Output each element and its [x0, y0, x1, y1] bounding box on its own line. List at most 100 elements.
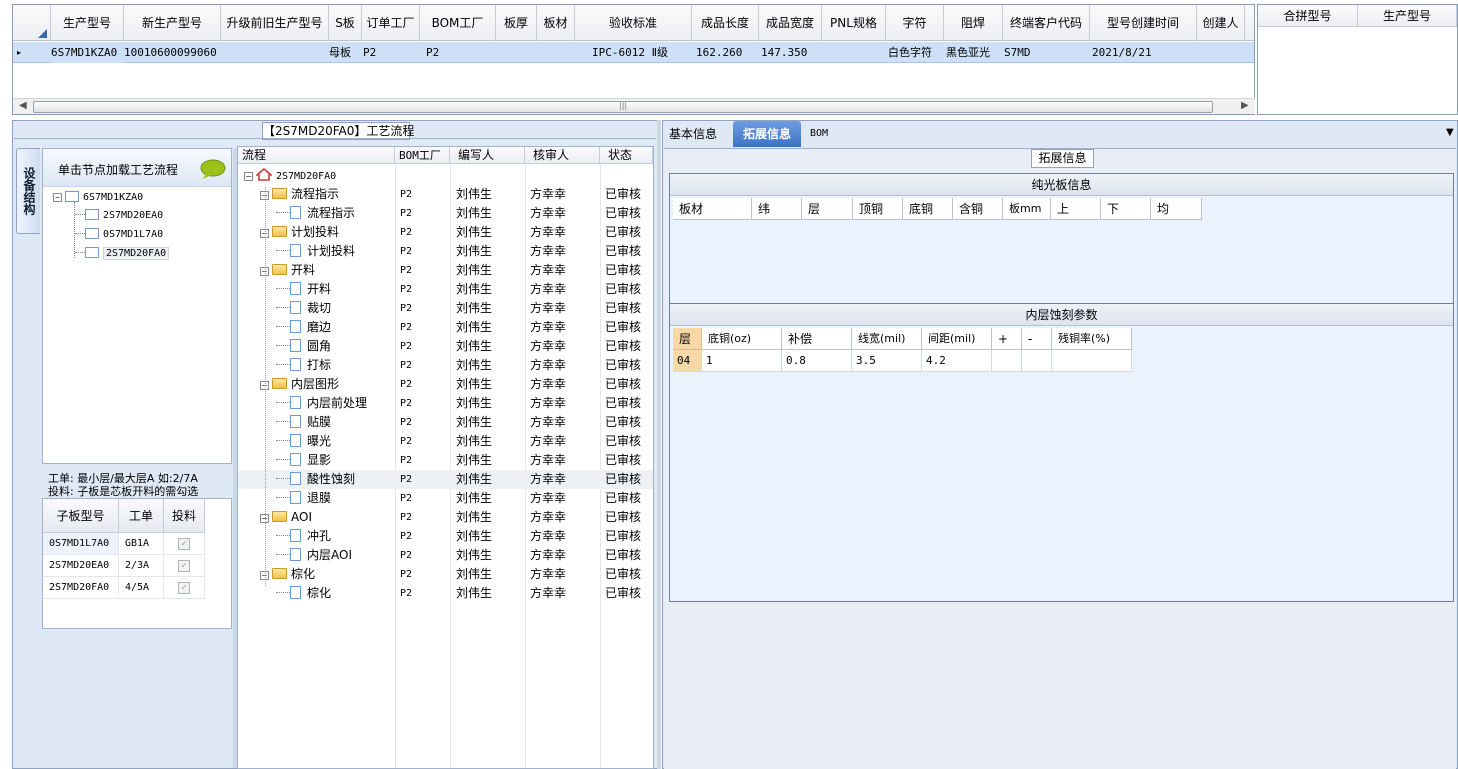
feed-checkbox[interactable]: ✓ — [178, 538, 190, 550]
flow-group-row[interactable]: − 棕化 P2 刘伟生 方幸幸 已审核 — [238, 565, 653, 584]
merge-grid[interactable]: 合拼型号 生产型号 — [1257, 4, 1458, 115]
sub-cell-feed[interactable]: ✓ — [164, 555, 205, 577]
col-header[interactable]: 底铜 — [903, 198, 953, 220]
cell-soldermask[interactable]: 黑色亚光 — [946, 42, 1004, 63]
col-header[interactable]: 成品长度 — [692, 5, 759, 41]
col-header[interactable]: 核审人 — [525, 147, 600, 164]
cell-bom-factory[interactable]: P2 — [426, 42, 466, 63]
cell-base-copper[interactable]: 1 — [702, 350, 782, 372]
flow-group-row[interactable]: − 计划投料 P2 刘伟生 方幸幸 已审核 — [238, 223, 653, 242]
cell-line-width[interactable]: 3.5 — [852, 350, 922, 372]
flow-step-row[interactable]: 内层前处理 P2 刘伟生 方幸幸 已审核 — [238, 394, 653, 413]
col-header[interactable]: 工单 — [119, 499, 164, 533]
col-header[interactable]: 验收标准 — [575, 5, 692, 41]
flow-step-row[interactable]: 酸性蚀刻 P2 刘伟生 方幸幸 已审核 — [238, 470, 653, 489]
structure-tree-panel[interactable]: 单击节点加载工艺流程 −6S7MD1KZA0 2S7MD20EA0 0S7MD1… — [42, 148, 232, 464]
col-header[interactable]: BOM工厂 — [395, 147, 450, 164]
col-header[interactable]: 板mm — [1003, 198, 1051, 220]
flow-step-row[interactable]: 流程指示 P2 刘伟生 方幸幸 已审核 — [238, 204, 653, 223]
flow-step-row[interactable]: 打标 P2 刘伟生 方幸幸 已审核 — [238, 356, 653, 375]
sub-cell-model[interactable]: 2S7MD20FA0 — [43, 577, 119, 599]
col-header[interactable]: 生产型号 — [1358, 5, 1457, 27]
splitter[interactable] — [657, 120, 661, 769]
cell-length[interactable]: 162.260 — [696, 42, 756, 63]
cell-compensation[interactable]: 0.8 — [782, 350, 852, 372]
col-header[interactable]: 下 — [1101, 198, 1151, 220]
col-header[interactable]: 补偿 — [782, 328, 852, 350]
col-header[interactable]: 生产型号 — [51, 5, 124, 41]
sub-cell-feed[interactable]: ✓ — [164, 533, 205, 555]
tab-basic-info[interactable]: 基本信息 — [669, 121, 717, 147]
process-flow-tree[interactable]: 流程 BOM工厂 编写人 核审人 状态 −2S7MD20FA0 − 流程指示 P2 刘… — [237, 146, 654, 769]
col-header[interactable]: 线宽(mil) — [852, 328, 922, 350]
cell-standard[interactable]: IPC-6012 Ⅱ级 — [575, 42, 692, 63]
feed-checkbox[interactable]: ✓ — [178, 560, 190, 572]
flow-step-row[interactable]: 贴膜 P2 刘伟生 方幸幸 已审核 — [238, 413, 653, 432]
flow-step-row[interactable]: 内层AOI P2 刘伟生 方幸幸 已审核 — [238, 546, 653, 565]
col-header[interactable]: 订单工厂 — [362, 5, 420, 41]
col-header[interactable]: 阻焊 — [944, 5, 1003, 41]
col-header[interactable]: - — [1022, 328, 1052, 350]
col-header[interactable]: 顶铜 — [853, 198, 903, 220]
col-header[interactable]: 层 — [802, 198, 853, 220]
flow-root-row[interactable]: −2S7MD20FA0 — [238, 166, 653, 185]
col-header[interactable]: 新生产型号 — [124, 5, 221, 41]
flow-group-row[interactable]: − 流程指示 P2 刘伟生 方幸幸 已审核 — [238, 185, 653, 204]
col-header[interactable]: 均 — [1151, 198, 1202, 220]
sub-cell-order[interactable]: GB1A — [119, 533, 164, 555]
col-header[interactable]: 底铜(oz) — [702, 328, 782, 350]
flow-step-row[interactable]: 裁切 P2 刘伟生 方幸幸 已审核 — [238, 299, 653, 318]
collapse-icon[interactable]: − — [244, 172, 253, 181]
sub-cell-feed[interactable]: ✓ — [164, 577, 205, 599]
tree-node[interactable]: 2S7MD20EA0 — [75, 207, 163, 225]
scroll-left-icon[interactable]: ◀ — [19, 100, 27, 111]
flow-step-row[interactable]: 退膜 P2 刘伟生 方幸幸 已审核 — [238, 489, 653, 508]
feed-checkbox[interactable]: ✓ — [178, 582, 190, 594]
cell-customer-code[interactable]: S7MD — [1004, 42, 1084, 63]
col-header[interactable]: 流程 — [238, 147, 395, 164]
flow-step-row[interactable]: 显影 P2 刘伟生 方幸幸 已审核 — [238, 451, 653, 470]
cell-minus[interactable] — [1022, 350, 1052, 372]
col-header[interactable]: 合拼型号 — [1258, 5, 1358, 27]
col-header[interactable]: BOM工厂 — [420, 5, 496, 41]
cell-residual-copper[interactable] — [1052, 350, 1132, 372]
cell-marking[interactable]: 白色字符 — [888, 42, 946, 63]
tab-device-structure[interactable]: 设备结构 — [16, 148, 40, 234]
col-header[interactable]: 板材 — [537, 5, 575, 41]
tab-bom[interactable]: BOM — [810, 121, 828, 147]
flow-step-row[interactable]: 棕化 P2 刘伟生 方幸幸 已审核 — [238, 584, 653, 603]
col-header[interactable]: 板材 — [673, 198, 752, 220]
tree-node-root[interactable]: −6S7MD1KZA0 — [53, 189, 143, 207]
col-header[interactable]: 升级前旧生产型号 — [221, 5, 329, 41]
cell-plus[interactable] — [992, 350, 1022, 372]
col-header[interactable]: 型号创建时间 — [1090, 5, 1197, 41]
flow-group-row[interactable]: − AOI P2 刘伟生 方幸幸 已审核 — [238, 508, 653, 527]
col-header[interactable]: 间距(mil) — [922, 328, 992, 350]
cell-model[interactable]: 6S7MD1KZA0 — [51, 42, 124, 63]
col-header[interactable]: 编写人 — [450, 147, 525, 164]
col-header[interactable]: S板 — [329, 5, 362, 41]
col-header[interactable]: 上 — [1051, 198, 1101, 220]
sub-cell-model[interactable]: 0S7MD1L7A0 — [43, 533, 119, 555]
col-header[interactable]: 终端客户代码 — [1003, 5, 1090, 41]
sub-cell-order[interactable]: 4/5A — [119, 577, 164, 599]
chat-bubble-icon[interactable] — [200, 158, 228, 180]
tree-node-selected[interactable]: 2S7MD20FA0 — [75, 245, 170, 263]
cell-layer[interactable]: 04 — [673, 350, 702, 372]
flow-step-row[interactable]: 曝光 P2 刘伟生 方幸幸 已审核 — [238, 432, 653, 451]
sub-board-grid[interactable]: 子板型号 工单 投料 0S7MD1L7A0 GB1A ✓ 2S7MD20EA0 … — [42, 498, 232, 629]
col-header[interactable]: + — [992, 328, 1022, 350]
flow-step-row[interactable]: 磨边 P2 刘伟生 方幸幸 已审核 — [238, 318, 653, 337]
flow-step-row[interactable]: 开料 P2 刘伟生 方幸幸 已审核 — [238, 280, 653, 299]
col-header[interactable]: 残铜率(%) — [1052, 328, 1132, 350]
cell-new-model[interactable]: 10010600099060 — [124, 42, 221, 63]
dropdown-arrow-icon[interactable]: ▼ — [1446, 127, 1454, 138]
flow-group-row[interactable]: − 开料 P2 刘伟生 方幸幸 已审核 — [238, 261, 653, 280]
col-header[interactable]: 纬 — [752, 198, 802, 220]
cell-order-factory[interactable]: P2 — [362, 42, 420, 63]
cell-created-date[interactable]: 2021/8/21 — [1092, 42, 1192, 63]
collapse-icon[interactable]: − — [53, 193, 62, 202]
tree-node[interactable]: 0S7MD1L7A0 — [75, 226, 163, 244]
cell-s-board[interactable]: 母板 — [329, 42, 362, 63]
cell-width[interactable]: 147.350 — [761, 42, 821, 63]
